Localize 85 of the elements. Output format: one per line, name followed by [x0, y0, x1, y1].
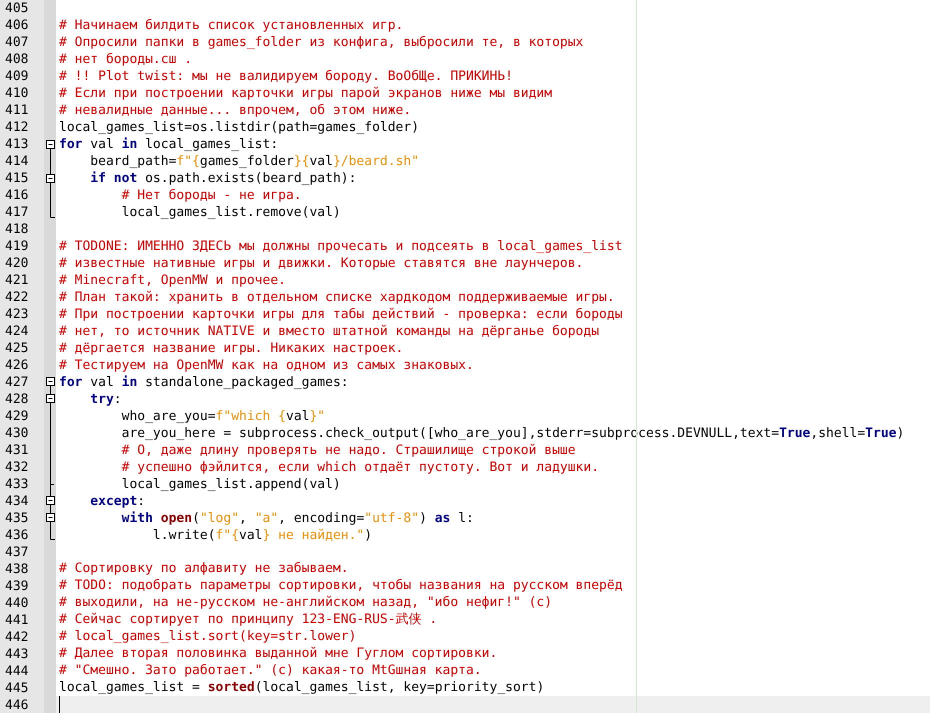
fold-toggle[interactable]	[44, 390, 56, 408]
code-line: with open("log", "a", encoding="utf-8") as l:	[120, 510, 474, 526]
line-number: 411	[5, 103, 28, 118]
line-number: 419	[5, 239, 28, 254]
line-number: 433	[5, 477, 28, 492]
line-number: 416	[5, 188, 28, 203]
line-number: 442	[5, 630, 28, 645]
code-line: local_games_list=os.listdir(path=games_folder)	[59, 118, 420, 136]
code-line: except:	[89, 492, 146, 510]
code-line: # успешно фэйлится, если which отдаёт пустоту. Вот и ладушки.	[120, 458, 600, 476]
line-number: 444	[5, 664, 28, 679]
line-number: 427	[5, 375, 28, 390]
code-line: # невалидные данные... впрочем, об этом ниже.	[59, 102, 412, 119]
code-line: # нет бороды.сш .	[59, 50, 192, 68]
code-line: # Опросили папки в games_folder из конфига, выбросили те, в которых	[59, 34, 584, 51]
line-number: 428	[5, 392, 28, 407]
code-line: # "Смешно. Зато работает." (с) какая-то MtGшная карта.	[59, 662, 482, 680]
line-number: 441	[5, 613, 28, 628]
code-line: local_games_list = sorted(local_games_list, key=priority_sort)	[59, 679, 544, 696]
code-line: # При построении карточки игры для табы действий - проверка: если бороды	[59, 306, 623, 322]
line-number: 410	[5, 86, 28, 101]
code-line: # !! Plot twist: мы не валидируем бороду. ВоОбЩе. ПРИКИНЬ!	[59, 68, 513, 85]
line-number: 436	[5, 528, 28, 543]
code-line: for val in local_games_list:	[59, 136, 278, 153]
fold-toggle[interactable]	[44, 492, 56, 510]
code-line: try:	[89, 390, 122, 408]
line-number: 421	[5, 273, 28, 288]
code-line: # TODO: подобрать параметры сортировки, чтобы названия на русском вперёд	[59, 577, 623, 594]
fold-toggle[interactable]	[44, 170, 56, 187]
code-line: # local_games_list.sort(key=str.lower)	[59, 628, 356, 646]
code-line: for val in standalone_packaged_games:	[59, 374, 349, 390]
code-line: # нет, то источник NATIVE и вместо штатной команды на дёрганье бороды	[59, 322, 600, 340]
line-number: 431	[5, 443, 28, 458]
line-number: 409	[5, 69, 28, 84]
line-number: 438	[5, 562, 28, 577]
code-line: # О, даже длину проверять не надо. Страшилище строкой выше	[120, 442, 576, 458]
code-line: # дёргается название игры. Никаких настроек.	[59, 340, 404, 356]
code-line: if not os.path.exists(beard_path):	[89, 170, 356, 187]
code-line: # Нет бороды - не игра.	[120, 186, 302, 204]
code-line: beard_path=f"{games_folder}{val}/beard.sh"	[89, 152, 420, 170]
line-number: 418	[5, 222, 28, 237]
code-line: # План такой: хранить в отдельном списке хардкодом поддерживаемые игры.	[59, 288, 615, 306]
line-number: 413	[5, 137, 28, 152]
line-number: 424	[5, 324, 28, 339]
code-line: local_games_list.remove(val)	[120, 204, 341, 221]
code-line: are_you_here = subprocess.check_output([who_are_you],stderr=subprocess.DEVNULL,text=True,shell=True)	[120, 424, 904, 442]
code-line: # Если при построении карточки игры парой экранов ниже мы видим	[59, 84, 552, 102]
line-number: 407	[5, 35, 28, 50]
code-line: # TODONE: ИМЕННО ЗДЕСЬ мы должны прочесать и подсеять в local_games_list	[59, 238, 623, 254]
line-number: 439	[5, 579, 28, 594]
text-cursor	[59, 696, 60, 713]
line-number: 445	[5, 681, 28, 696]
line-number: 426	[5, 358, 28, 373]
code-line: # Minecraft, OpenMW и прочее.	[59, 272, 286, 288]
code-line: # Сейчас сортирует по принципу 123-ENG-RUS-武侠 .	[59, 611, 438, 628]
code-line: # Сортировку по алфавиту не забываем.	[59, 560, 349, 578]
line-number: 417	[5, 205, 28, 220]
line-number: 423	[5, 307, 28, 322]
line-number: 422	[5, 290, 28, 305]
code-line: local_games_list.append(val)	[120, 476, 341, 492]
code-line: # выходили, на не-русском не-английском назад, "ибо нефиг!" (с)	[59, 594, 552, 612]
line-number: 432	[5, 460, 28, 475]
line-number: 412	[5, 120, 28, 135]
code-line: # известные нативные игры и движки. Которые ставятся вне лаунчеров.	[59, 254, 584, 272]
code-line: l.write(f"{val} не найден.")	[152, 526, 372, 544]
line-number: 430	[5, 426, 28, 441]
line-number: 443	[5, 647, 28, 662]
line-number: 405	[5, 1, 28, 16]
line-number: 440	[5, 596, 28, 611]
code-line: # Далее вторая половинка выданной мне Гуглом сортировки.	[59, 645, 498, 662]
fold-toggle[interactable]	[44, 509, 56, 526]
line-number: 414	[5, 154, 28, 169]
code-line: who_are_you=f"which {val}"	[120, 408, 326, 424]
line-number: 429	[5, 409, 28, 424]
line-number: 425	[5, 341, 28, 356]
line-number: 434	[5, 494, 28, 509]
line-number: 446	[5, 698, 28, 713]
code-line: # Тестируем на OpenMW как на одном из самых знаковых.	[59, 356, 474, 374]
line-number: 415	[5, 171, 28, 186]
line-number: 406	[5, 18, 28, 33]
line-number: 420	[5, 256, 28, 271]
line-number: 437	[5, 545, 28, 560]
line-number: 408	[5, 52, 28, 67]
line-number: 435	[5, 511, 28, 526]
code-line: # Начинаем билдить список установленных игр.	[59, 16, 404, 34]
